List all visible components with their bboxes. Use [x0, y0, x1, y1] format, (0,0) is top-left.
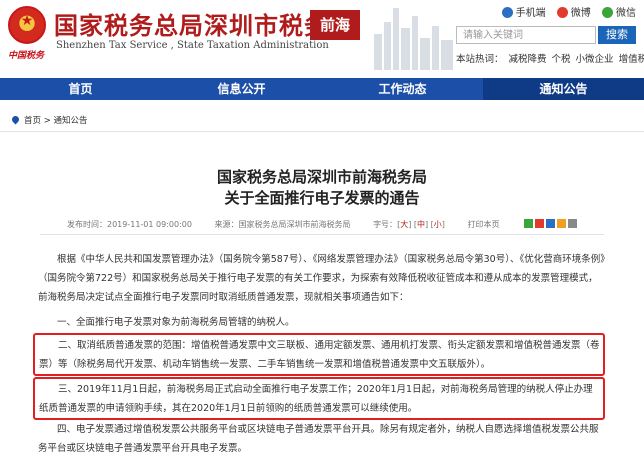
nav-work-news[interactable]: 工作动态: [322, 78, 483, 100]
search-input[interactable]: 请输入关键词: [456, 26, 596, 44]
share-wechat-icon[interactable]: [524, 219, 533, 228]
article-paragraph: 一、全面推行电子发票对象为前海税务局管辖的纳税人。: [57, 317, 295, 328]
font-size-label: 字号：: [373, 220, 398, 229]
wechat-link-label: 微信: [616, 8, 636, 19]
hot-words: 本站热词：减税降费个税小微企业增值税发票: [456, 51, 644, 65]
font-small-button[interactable]: 小: [434, 220, 442, 229]
article-source: 来源：国家税务总局深圳市前海税务局: [214, 220, 351, 229]
nav-home[interactable]: 首页: [0, 78, 161, 100]
hot-word[interactable]: 减税降费: [509, 54, 547, 65]
wechat-icon: [602, 7, 613, 18]
hot-word[interactable]: 小微企业: [576, 54, 614, 65]
location-pin-icon: [10, 114, 21, 125]
breadcrumb: 首页 > 通知公告: [10, 114, 88, 126]
publish-time: 发布时间：2019-11-01 09:00:00: [67, 220, 192, 229]
phone-icon: [501, 7, 513, 18]
tax-emblem-icon: ★: [8, 6, 46, 44]
site-header: ★ 中国税务 国家税务总局深圳市税务局 Shenzhen Tax Service…: [0, 0, 644, 72]
share-qq-icon[interactable]: [546, 219, 555, 228]
share-more-icon[interactable]: [568, 219, 577, 228]
weibo-icon: [556, 7, 568, 18]
site-subtitle: Shenzhen Tax Service , State Taxation Ad…: [56, 40, 329, 51]
nav-info-disclosure[interactable]: 信息公开: [161, 78, 322, 100]
font-medium-button[interactable]: 中: [417, 220, 425, 229]
font-large-button[interactable]: 大: [400, 220, 408, 229]
print-button[interactable]: 打印本页: [467, 220, 499, 229]
breadcrumb-current[interactable]: 通知公告: [54, 116, 88, 126]
article-paragraph: 根据《中华人民共和国发票管理办法》（国务院令第587号）、《网络发票管理办法》（…: [38, 254, 605, 303]
share-weibo-icon[interactable]: [535, 219, 544, 228]
weibo-link-label: 微博: [570, 8, 591, 19]
site-title[interactable]: 国家税务总局深圳市税务局: [54, 6, 354, 41]
emblem-caption: 中国税务: [7, 51, 44, 61]
mobile-link[interactable]: 手机端: [501, 7, 546, 19]
highlighted-paragraph: 三、2019年11月1日起，前海税务局正式启动全面推行电子发票工作；2020年1…: [33, 377, 605, 420]
hot-word[interactable]: 增值税: [619, 54, 644, 65]
article-meta: 发布时间：2019-11-01 09:00:00 来源：国家税务总局深圳市前海税…: [0, 219, 644, 230]
main-nav: 首页 信息公开 工作动态 通知公告: [0, 78, 644, 100]
weibo-link[interactable]: 微博: [556, 7, 591, 19]
article-paragraph: 四、电子发票通过增值税发票公共服务平台或区块链电子普通发票平台开具。除另有规定者…: [38, 424, 599, 454]
hot-word[interactable]: 个税: [552, 54, 571, 65]
highlighted-paragraph: 二、取消纸质普通发票的范围：增值税普通发票中文三联板、通用定额发票、通用机打发票…: [33, 333, 605, 376]
search-button[interactable]: 搜索: [598, 26, 636, 44]
breadcrumb-divider: [0, 131, 644, 132]
article-title-line1: 国家税务总局深圳市前海税务局: [216, 168, 427, 186]
wechat-link[interactable]: 微信: [602, 7, 636, 19]
meta-divider: [40, 234, 604, 235]
star-icon: ★: [20, 13, 34, 29]
nav-notices[interactable]: 通知公告: [483, 78, 644, 100]
share-qzone-icon[interactable]: [557, 219, 566, 228]
breadcrumb-home[interactable]: 首页: [24, 116, 41, 126]
hot-words-label: 本站热词：: [456, 54, 504, 65]
branch-badge: 前海: [310, 10, 360, 40]
mobile-link-label: 手机端: [515, 8, 546, 19]
skyline-illustration-icon: [374, 8, 453, 70]
breadcrumb-separator: >: [43, 116, 51, 126]
top-links: 手机端 微博 微信: [494, 4, 636, 19]
article-title-line2: 关于全面推行电子发票的通告: [224, 189, 420, 207]
